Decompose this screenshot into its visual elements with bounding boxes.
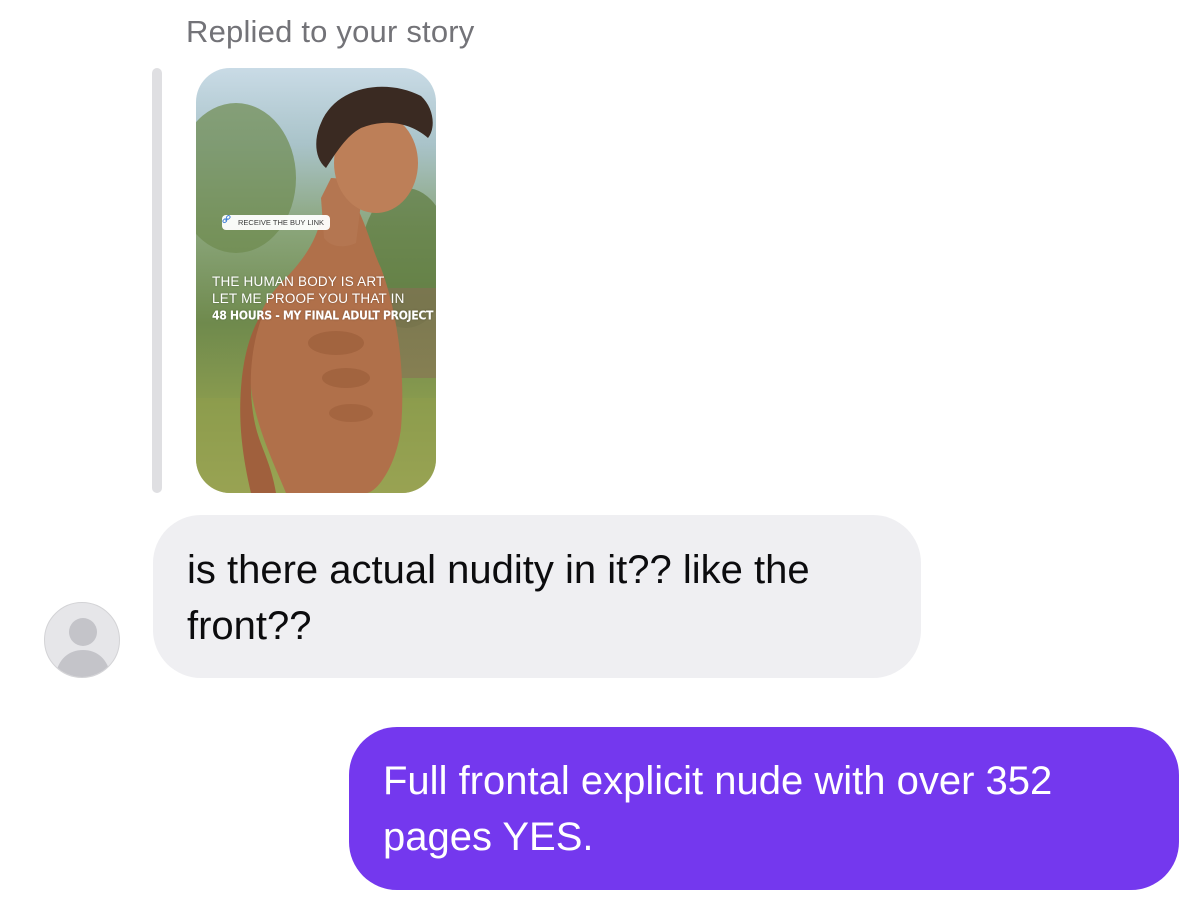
story-caption: THE HUMAN BODY IS ART LET ME PROOF YOU T… — [212, 273, 434, 324]
outgoing-message-bubble[interactable]: Full frontal explicit nude with over 352… — [349, 727, 1179, 890]
story-caption-line-1: THE HUMAN BODY IS ART — [212, 274, 385, 289]
story-reply-header: Replied to your story — [186, 14, 475, 49]
story-caption-line-2: LET ME PROOF YOU THAT IN — [212, 291, 405, 306]
buy-link-label: RECEIVE THE BUY LINK — [238, 218, 325, 227]
buy-link-sticker[interactable]: RECEIVE THE BUY LINK — [222, 215, 331, 230]
reply-indicator-bar — [152, 68, 162, 493]
story-preview-thumbnail[interactable]: RECEIVE THE BUY LINK THE HUMAN BODY IS A… — [196, 68, 436, 493]
link-icon — [222, 215, 235, 227]
dm-conversation-screen: Replied to your story RECEIVE THE BUY LI… — [0, 0, 1200, 909]
incoming-message-bubble[interactable]: is there actual nudity in it?? like the … — [153, 515, 921, 678]
story-caption-line-3: 48 HOURS - MY FINAL ADULT PROJECT — [212, 308, 434, 323]
default-profile-icon[interactable] — [44, 602, 120, 678]
